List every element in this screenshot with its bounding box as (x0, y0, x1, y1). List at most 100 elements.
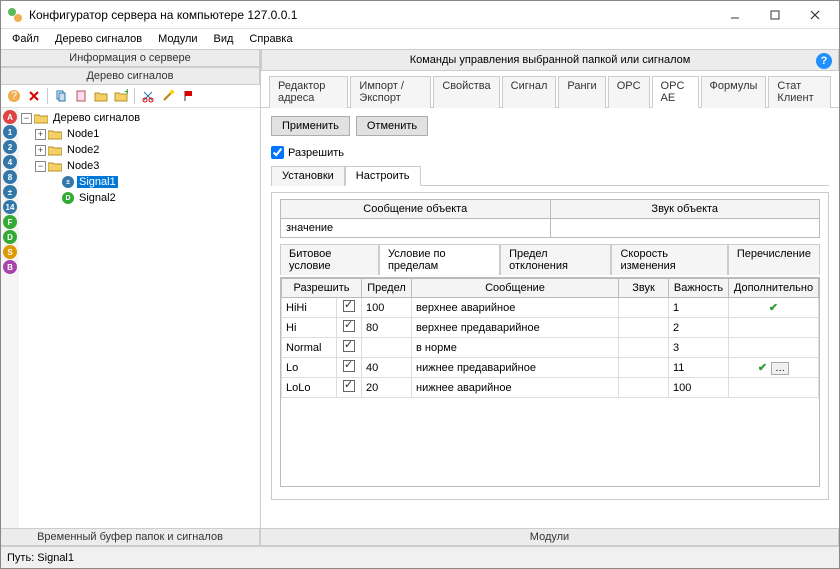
limit-row[interactable]: HiHi100верхнее аварийное1✔ (282, 298, 819, 318)
allow-checkbox[interactable] (271, 146, 284, 159)
limit-limit-cell[interactable]: 20 (362, 378, 412, 398)
tab-ranges[interactable]: Ранги (558, 76, 605, 108)
obj-msg-cell[interactable]: значение (281, 219, 551, 238)
side-icon[interactable]: 14 (3, 200, 17, 214)
side-icon[interactable]: B (3, 260, 17, 274)
delete-icon[interactable] (25, 87, 43, 105)
flag-icon[interactable] (179, 87, 197, 105)
checkbox-icon[interactable] (343, 380, 355, 392)
side-icon[interactable]: 4 (3, 155, 17, 169)
tab-import-export[interactable]: Импорт / Экспорт (350, 76, 431, 108)
limit-msg-cell[interactable]: верхнее аварийное (412, 298, 619, 318)
subtab-settings[interactable]: Установки (271, 166, 345, 186)
expander-icon[interactable]: − (35, 161, 46, 172)
expander-icon[interactable]: − (21, 113, 32, 124)
condtab-deviation[interactable]: Предел отклонения (500, 244, 611, 275)
limit-msg-cell[interactable]: нижнее аварийное (412, 378, 619, 398)
close-button[interactable] (795, 3, 835, 27)
add-folder-icon[interactable]: + (112, 87, 130, 105)
limit-msg-cell[interactable]: верхнее предаварийное (412, 318, 619, 338)
tree-root[interactable]: − Дерево сигналов (21, 110, 258, 126)
limit-allow-cell[interactable] (337, 378, 362, 398)
limit-sound-cell[interactable] (619, 338, 669, 358)
help-icon[interactable]: ? (5, 87, 23, 105)
menu-signals[interactable]: Дерево сигналов (48, 31, 149, 47)
minimize-button[interactable] (715, 3, 755, 27)
tab-opc-ae[interactable]: OPC AE (652, 76, 699, 108)
limit-row[interactable]: Lo40нижнее предаварийное11✔… (282, 358, 819, 378)
limit-msg-cell[interactable]: в норме (412, 338, 619, 358)
tree-node[interactable]: + Node2 (21, 142, 258, 158)
tab-opc[interactable]: OPC (608, 76, 650, 108)
condtab-limits[interactable]: Условие по пределам (379, 244, 500, 275)
apply-button[interactable]: Применить (271, 116, 350, 136)
limit-allow-cell[interactable] (337, 318, 362, 338)
tab-address[interactable]: Редактор адреса (269, 76, 348, 108)
checkbox-icon[interactable] (343, 340, 355, 352)
side-icon[interactable]: F (3, 215, 17, 229)
maximize-button[interactable] (755, 3, 795, 27)
buffer-header[interactable]: Временный буфер папок и сигналов (1, 528, 260, 546)
folder-icon[interactable] (92, 87, 110, 105)
cancel-button[interactable]: Отменить (356, 116, 428, 136)
limit-sound-cell[interactable] (619, 298, 669, 318)
condtab-bit[interactable]: Битовое условие (280, 244, 379, 275)
menu-modules[interactable]: Модули (151, 31, 204, 47)
limit-additional-cell[interactable] (729, 378, 819, 398)
checkbox-icon[interactable] (343, 360, 355, 372)
tab-stat-client[interactable]: Стат Клиент (768, 76, 831, 108)
limit-limit-cell[interactable]: 40 (362, 358, 412, 378)
limit-row[interactable]: Normalв норме3 (282, 338, 819, 358)
limit-allow-cell[interactable] (337, 358, 362, 378)
condtab-rate[interactable]: Скорость изменения (611, 244, 727, 275)
side-icon[interactable]: 8 (3, 170, 17, 184)
menu-help[interactable]: Справка (242, 31, 299, 47)
limit-importance-cell[interactable]: 1 (669, 298, 729, 318)
limit-additional-cell[interactable]: ✔ (729, 298, 819, 318)
limit-additional-cell[interactable]: ✔… (729, 358, 819, 378)
side-icon[interactable]: ± (3, 185, 17, 199)
limit-importance-cell[interactable]: 3 (669, 338, 729, 358)
menu-view[interactable]: Вид (207, 31, 241, 47)
copy-icon[interactable] (52, 87, 70, 105)
limit-importance-cell[interactable]: 11 (669, 358, 729, 378)
limit-importance-cell[interactable]: 2 (669, 318, 729, 338)
tree-view[interactable]: − Дерево сигналов + Node1 + Node2 − (19, 108, 260, 528)
help-badge-icon[interactable]: ? (816, 53, 832, 69)
limit-msg-cell[interactable]: нижнее предаварийное (412, 358, 619, 378)
wand-icon[interactable] (159, 87, 177, 105)
ellipsis-button[interactable]: … (771, 362, 789, 375)
limit-row[interactable]: Hi80верхнее предаварийное2 (282, 318, 819, 338)
limit-allow-cell[interactable] (337, 298, 362, 318)
side-icon[interactable]: D (3, 230, 17, 244)
side-icon[interactable]: 2 (3, 140, 17, 154)
expander-icon[interactable]: + (35, 129, 46, 140)
limit-importance-cell[interactable]: 100 (669, 378, 729, 398)
limit-additional-cell[interactable] (729, 318, 819, 338)
side-icon[interactable]: A (3, 110, 17, 124)
tree-signal[interactable]: ± Signal1 (21, 174, 258, 190)
obj-sound-cell[interactable] (550, 219, 820, 238)
checkbox-icon[interactable] (343, 320, 355, 332)
paste-icon[interactable] (72, 87, 90, 105)
server-info-header[interactable]: Информация о сервере (1, 49, 260, 67)
limit-row[interactable]: LoLo20нижнее аварийное100 (282, 378, 819, 398)
subtab-configure[interactable]: Настроить (345, 166, 421, 186)
tab-properties[interactable]: Свойства (433, 76, 499, 108)
checkbox-icon[interactable] (343, 300, 355, 312)
side-icon[interactable]: 1 (3, 125, 17, 139)
limit-sound-cell[interactable] (619, 378, 669, 398)
limit-additional-cell[interactable] (729, 338, 819, 358)
limit-limit-cell[interactable] (362, 338, 412, 358)
limit-sound-cell[interactable] (619, 358, 669, 378)
expander-icon[interactable]: + (35, 145, 46, 156)
limit-limit-cell[interactable]: 100 (362, 298, 412, 318)
modules-header[interactable]: Модули (261, 528, 839, 546)
cut-icon[interactable] (139, 87, 157, 105)
limit-allow-cell[interactable] (337, 338, 362, 358)
condtab-enum[interactable]: Перечисление (728, 244, 820, 275)
limit-sound-cell[interactable] (619, 318, 669, 338)
limit-limit-cell[interactable]: 80 (362, 318, 412, 338)
tab-signal[interactable]: Сигнал (502, 76, 557, 108)
allow-checkbox-row[interactable]: Разрешить (271, 146, 829, 159)
